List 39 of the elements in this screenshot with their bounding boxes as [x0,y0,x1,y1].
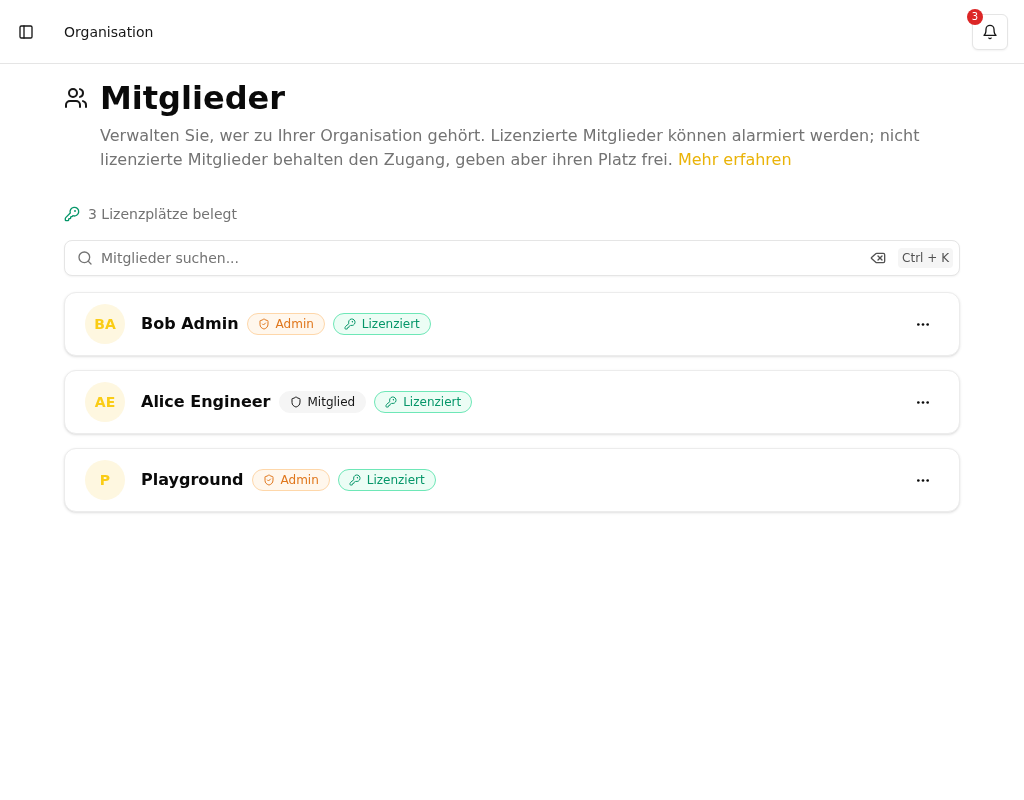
users-icon [64,86,88,110]
member-name: Bob Admin [141,313,239,335]
page-title: Mitglieder [100,80,286,116]
avatar: P [85,460,125,500]
role-label: Admin [280,472,319,488]
avatar: AE [85,382,125,422]
keyboard-shortcut: Ctrl + K [898,248,953,268]
license-label: Lizenziert [366,472,425,488]
role-label: Admin [275,316,314,332]
license-label: Lizenziert [361,316,420,332]
member-name: Alice Engineer [141,391,271,413]
bell-icon [982,23,998,40]
ellipsis-icon [917,400,929,404]
search-field[interactable]: Mitglieder suchen... Ctrl + K [64,240,960,276]
sidebar-icon [18,23,34,40]
license-count-text: 3 Lizenzplätze belegt [88,205,237,224]
key-icon [348,474,361,486]
notification-count: 3 [967,8,983,25]
shield-icon [289,396,302,408]
key-icon [64,206,80,222]
member-card[interactable]: AE Alice Engineer Mitglied Lizenziert [64,370,960,434]
header-title: Organisation [64,22,154,42]
search-icon [77,250,93,266]
search-input[interactable]: Mitglieder suchen... [101,244,871,272]
member-card[interactable]: P Playground Admin Lizenziert [64,448,960,512]
license-label: Lizenziert [403,394,462,410]
key-icon [343,318,356,330]
ellipsis-icon [917,478,929,482]
member-card[interactable]: BA Bob Admin Admin Lizenziert [64,292,960,356]
member-name: Playground [141,469,244,491]
role-label: Mitglied [307,394,356,410]
notifications-button[interactable] [972,13,1008,50]
clear-icon[interactable] [870,250,887,266]
ellipsis-icon [917,322,929,326]
shield-check-icon [262,474,275,486]
shield-check-icon [257,318,270,330]
avatar: BA [85,304,125,344]
key-icon [385,396,398,408]
page-description: Verwalten Sie, wer zu Ihrer Organisation gehört. Lizenzierte Mitglieder können alarmiert werden; nicht lizenzierte Mitglieder behalten den Zugang, geben aber ihren Platz frei. Mehr erfahren [100,125,921,171]
